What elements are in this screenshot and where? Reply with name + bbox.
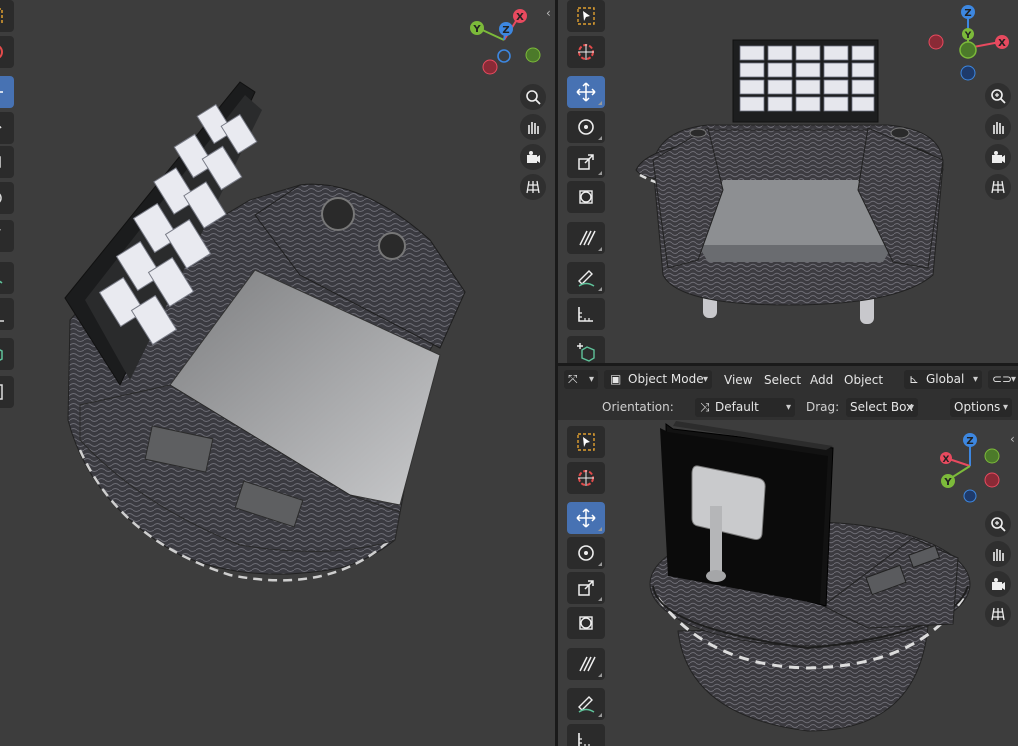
chevron-down-icon: ▾: [702, 374, 708, 385]
draw-icon[interactable]: [567, 262, 605, 294]
svg-text:Z: Z: [966, 436, 973, 447]
transform-orientation-dropdown[interactable]: ⊾ Global ▾: [904, 370, 982, 389]
chevron-down-icon: ▾: [908, 402, 914, 413]
add-cube-icon[interactable]: [567, 336, 605, 363]
svg-text:Y: Y: [943, 477, 952, 488]
desk-model-top-view: [64, 81, 466, 582]
cursor-icon[interactable]: [0, 36, 14, 68]
svg-text:X: X: [943, 455, 950, 465]
add-cube-icon[interactable]: [0, 338, 14, 370]
menu-object[interactable]: Object: [844, 371, 883, 390]
svg-text:Y: Y: [472, 24, 481, 35]
transform-space-label: Global: [926, 372, 965, 386]
chevron-down-icon: ▾: [588, 374, 594, 385]
viewport-header: ⤧ ▾ ▣ Object Mode ▾ View Select Add Objec…: [558, 366, 1018, 394]
mode-dropdown[interactable]: ▣ Object Mode ▾: [604, 370, 712, 389]
rotate-icon[interactable]: [567, 111, 605, 143]
scale-icon[interactable]: [567, 146, 605, 178]
camera-icon[interactable]: [520, 144, 546, 170]
cursor-icon[interactable]: [567, 462, 605, 494]
measure-icon[interactable]: [0, 298, 14, 330]
orientation-value: Default: [715, 400, 759, 414]
zoom-icon[interactable]: [985, 511, 1011, 537]
annotate-icon[interactable]: [567, 222, 605, 254]
axis-gizmo[interactable]: X Y Z: [466, 8, 546, 78]
extra-icon[interactable]: [0, 376, 14, 408]
grid-perspective-icon[interactable]: [985, 601, 1011, 627]
grid-perspective-icon[interactable]: [520, 174, 546, 200]
options-dropdown[interactable]: Options ▾: [950, 398, 1012, 417]
hand-pan-icon[interactable]: [520, 114, 546, 140]
chevron-down-icon: ▾: [785, 402, 791, 413]
transform-icon[interactable]: [0, 182, 14, 214]
select-box-icon[interactable]: [567, 0, 605, 32]
chevron-down-icon: ▾: [972, 374, 978, 385]
transform-axes-icon: ⊾: [909, 372, 920, 386]
camera-icon[interactable]: [985, 571, 1011, 597]
menu-add[interactable]: Add: [810, 371, 833, 390]
hand-pan-icon[interactable]: [985, 541, 1011, 567]
svg-text:X: X: [998, 38, 1006, 49]
drag-dropdown[interactable]: Select Box ▾: [846, 398, 918, 417]
drag-label: Drag:: [806, 400, 840, 414]
camera-icon[interactable]: [985, 144, 1011, 170]
orientation-icon: ⤨: [700, 400, 710, 414]
annotate-icon[interactable]: [567, 648, 605, 680]
grid-perspective-icon[interactable]: [985, 174, 1011, 200]
hand-pan-icon[interactable]: [985, 114, 1011, 140]
viewport-top-right[interactable]: Z X Y: [558, 0, 1018, 363]
menu-select[interactable]: Select: [764, 371, 801, 390]
viewport-left[interactable]: X Y Z ‹: [0, 0, 555, 746]
chevron-down-icon: ▾: [1002, 402, 1008, 413]
editor-type-icon: ⤧: [568, 372, 578, 386]
axis-gizmo[interactable]: Z X Y: [926, 2, 1016, 84]
svg-text:Z: Z: [964, 8, 971, 19]
collapse-arrow-icon[interactable]: ‹: [546, 6, 551, 20]
draw-icon[interactable]: [0, 262, 14, 294]
select-box-icon[interactable]: [567, 426, 605, 458]
chevron-down-icon: ▾: [1010, 374, 1016, 385]
viewport-bottom-right[interactable]: ⤧ ▾ ▣ Object Mode ▾ View Select Add Objec…: [558, 366, 1018, 746]
orientation-dropdown[interactable]: ⤨ Default ▾: [695, 398, 795, 417]
move-icon[interactable]: [0, 76, 14, 108]
object-mode-icon: ▣: [610, 372, 622, 386]
svg-text:Y: Y: [964, 31, 972, 41]
move-icon[interactable]: [567, 76, 605, 108]
move-icon[interactable]: [567, 502, 605, 534]
link-icon: ⊂⊃: [992, 372, 1013, 386]
cursor-icon[interactable]: [567, 36, 605, 68]
axis-gizmo[interactable]: Z X Y: [932, 430, 1016, 512]
rotate-icon[interactable]: [567, 537, 605, 569]
transform-icon[interactable]: [567, 181, 605, 213]
menu-view[interactable]: View: [724, 371, 752, 390]
scale-icon[interactable]: [567, 572, 605, 604]
zoom-icon[interactable]: [985, 83, 1011, 109]
scale-icon[interactable]: [0, 146, 14, 178]
select-box-icon[interactable]: [0, 0, 14, 32]
annotate-icon[interactable]: [0, 220, 14, 252]
drag-value: Select Box: [850, 400, 914, 414]
transform-icon[interactable]: [567, 607, 605, 639]
svg-text:X: X: [516, 12, 524, 23]
svg-text:Z: Z: [502, 25, 509, 36]
tool-settings-bar: Orientation: ⤨ Default ▾ Drag: Select Bo…: [558, 394, 1018, 420]
mode-label: Object Mode: [628, 372, 704, 386]
measure-icon[interactable]: [567, 298, 605, 330]
zoom-icon[interactable]: [520, 84, 546, 110]
pivot-dropdown[interactable]: ⊂⊃ ▾: [988, 370, 1018, 389]
measure-icon[interactable]: [567, 724, 605, 746]
options-label: Options: [954, 400, 1001, 414]
rotate-icon[interactable]: [0, 112, 14, 144]
draw-icon[interactable]: [567, 688, 605, 720]
desk-model-back-view: [649, 421, 971, 732]
orientation-label: Orientation:: [602, 400, 674, 414]
collapse-arrow-icon[interactable]: ‹: [1010, 432, 1015, 446]
editor-type-dropdown[interactable]: ⤧ ▾: [564, 370, 598, 389]
